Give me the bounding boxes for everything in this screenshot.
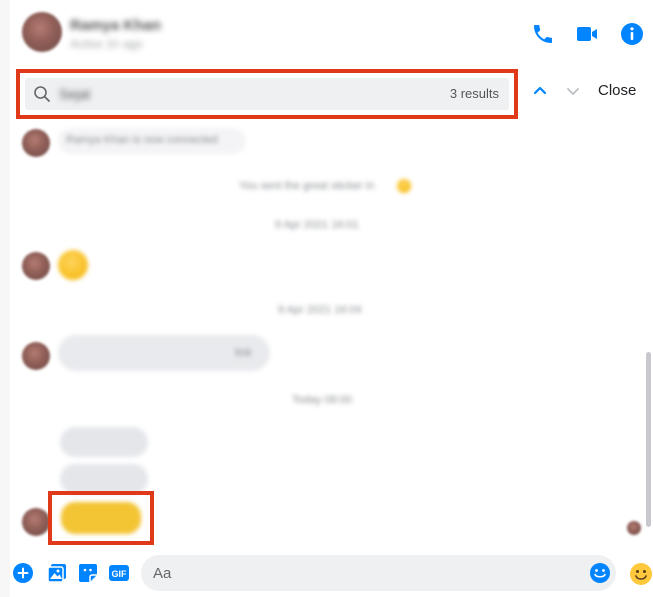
sender-avatar[interactable]	[22, 252, 50, 280]
attachment-label: link	[235, 347, 252, 359]
video-icon[interactable]	[575, 22, 599, 46]
message-text: Ramya Khan is now connected	[66, 134, 218, 146]
search-query: Sejal	[59, 86, 91, 102]
chevron-up-icon[interactable]	[529, 80, 551, 102]
phone-icon[interactable]	[531, 22, 555, 46]
system-notice: You sent the great sticker in	[239, 180, 375, 192]
like-emoji-icon[interactable]	[629, 562, 653, 586]
image-icon[interactable]	[46, 562, 68, 584]
chevron-down-icon[interactable]	[562, 80, 584, 102]
timestamp: 9 Apr 2021 16:01	[275, 219, 359, 231]
search-icon	[34, 86, 50, 102]
message-bubble[interactable]	[60, 427, 148, 457]
search-match-bubble[interactable]	[61, 502, 141, 534]
sender-avatar[interactable]	[22, 342, 50, 370]
emoji-icon[interactable]	[589, 562, 611, 584]
search-result-count: 3 results	[449, 86, 499, 101]
gif-icon[interactable]: GIF	[108, 562, 130, 584]
close-search-button[interactable]: Close	[598, 82, 636, 99]
search-highlight-frame: Sejal 3 results	[16, 69, 518, 119]
sender-avatar[interactable]	[22, 129, 50, 157]
timestamp: 9 Apr 2021 16:04	[278, 304, 362, 316]
contact-name[interactable]: Ramya Khan	[70, 17, 161, 34]
message-bubble[interactable]	[60, 464, 148, 494]
plus-icon[interactable]	[12, 562, 34, 584]
info-icon[interactable]	[620, 22, 644, 46]
search-toolbar: Sejal 3 results Close	[10, 62, 653, 122]
search-input[interactable]: Sejal 3 results	[25, 78, 509, 110]
scrollbar[interactable]	[646, 352, 651, 527]
sticker-icon[interactable]	[77, 562, 99, 584]
search-match-frame	[48, 491, 154, 545]
seen-avatar	[627, 521, 641, 535]
conversation-header: Ramya Khan Active 1h ago	[10, 0, 653, 63]
svg-text:GIF: GIF	[112, 569, 128, 579]
contact-avatar[interactable]	[22, 12, 62, 52]
sender-avatar[interactable]	[22, 508, 50, 536]
timestamp: Today 08:00	[292, 394, 352, 406]
message-input[interactable]: Aa	[141, 555, 616, 591]
message-list[interactable]: Ramya Khan is now connected You sent the…	[10, 122, 653, 547]
reaction-emoji-icon	[397, 179, 411, 193]
message-composer: GIF Aa	[10, 547, 653, 597]
message-input-placeholder: Aa	[153, 565, 172, 582]
emoji-message-icon[interactable]	[58, 250, 88, 280]
messenger-window: Ramya Khan Active 1h ago Sejal 3 results	[0, 0, 653, 597]
contact-status: Active 1h ago	[70, 37, 143, 51]
